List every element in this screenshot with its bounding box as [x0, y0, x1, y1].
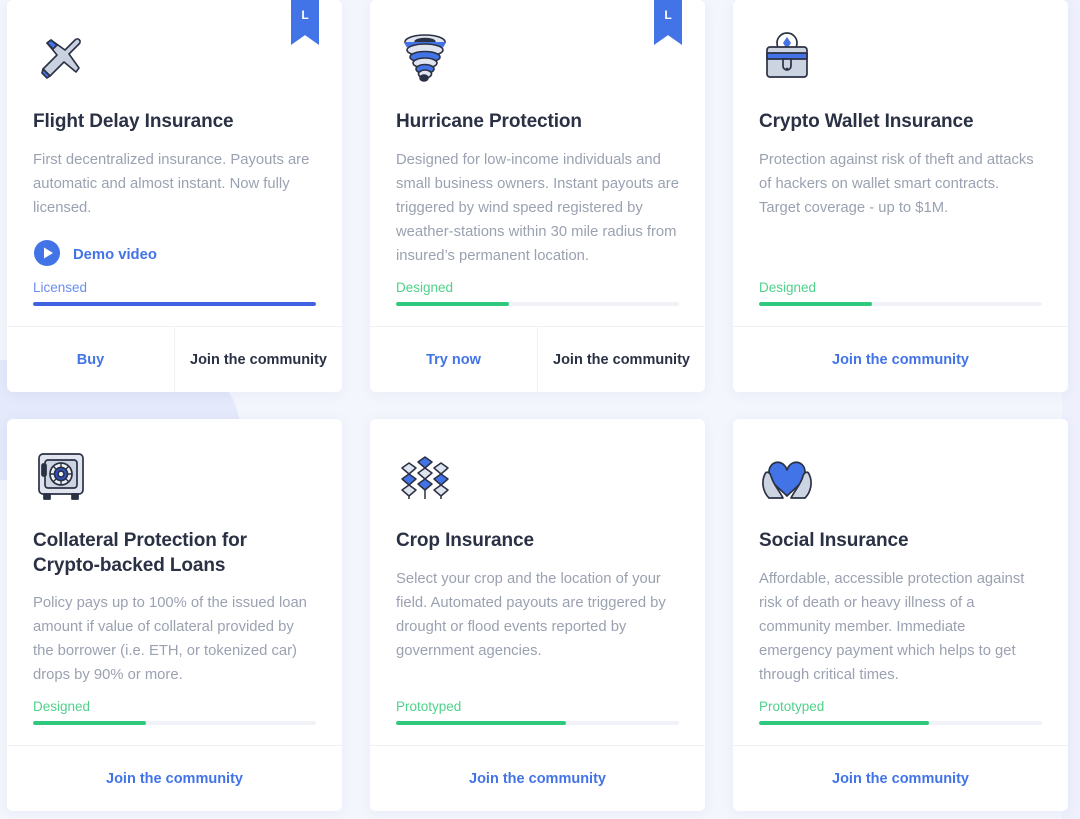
- progress-track: [33, 302, 316, 306]
- card-description: Designed for low-income individuals and …: [396, 151, 679, 264]
- status-label: Designed: [33, 699, 91, 714]
- card-title: Social Insurance: [759, 530, 909, 551]
- status-label: Prototyped: [759, 699, 825, 714]
- status-progress: Licensed: [33, 280, 316, 326]
- product-card-crop-insurance: Crop Insurance Select your crop and the l…: [370, 419, 705, 811]
- card-description: First decentralized insurance. Payouts a…: [33, 151, 310, 216]
- card-footer: Join the community: [7, 745, 342, 811]
- wheat-stalks-icon: [396, 445, 679, 507]
- card-title: Hurricane Protection: [396, 111, 582, 132]
- demo-video-link[interactable]: Demo video: [33, 239, 316, 272]
- demo-video-label: Demo video: [73, 247, 157, 264]
- progress-fill: [759, 302, 873, 306]
- status-progress: Prototyped: [396, 699, 679, 745]
- status-label: Designed: [759, 280, 817, 295]
- progress-fill: [33, 302, 316, 306]
- footer-button-join-the-community[interactable]: Join the community: [537, 327, 705, 392]
- footer-button-buy[interactable]: Buy: [7, 327, 174, 392]
- card-footer: Buy Join the community: [7, 326, 342, 392]
- card-footer: Try now Join the community: [370, 326, 705, 392]
- progress-track: [759, 721, 1042, 725]
- footer-button-join-the-community[interactable]: Join the community: [7, 746, 342, 811]
- card-body: Collateral Protection for Crypto-backed …: [7, 419, 342, 745]
- progress-track: [759, 302, 1042, 306]
- card-footer: Join the community: [733, 326, 1068, 392]
- progress-fill: [396, 721, 566, 725]
- crossed-airplanes-icon: [33, 26, 316, 88]
- card-description: Policy pays up to 100% of the issued loa…: [33, 595, 307, 684]
- card-body: Hurricane Protection Designed for low-inc…: [370, 0, 705, 326]
- card-title: Crop Insurance: [396, 530, 534, 551]
- footer-button-join-the-community[interactable]: Join the community: [370, 746, 705, 811]
- card-description: Select your crop and the location of you…: [396, 570, 666, 659]
- card-description: Affordable, accessible protection agains…: [759, 570, 1025, 683]
- progress-fill: [759, 721, 929, 725]
- status-progress: Designed: [759, 280, 1042, 326]
- footer-button-join-the-community[interactable]: Join the community: [733, 746, 1068, 811]
- card-footer: Join the community: [370, 745, 705, 811]
- progress-fill: [33, 721, 147, 725]
- footer-button-join-the-community[interactable]: Join the community: [174, 327, 342, 392]
- play-circle-icon: [33, 239, 61, 272]
- footer-button-join-the-community[interactable]: Join the community: [733, 327, 1068, 392]
- card-body: Flight Delay Insurance First decentralize…: [7, 0, 342, 326]
- crypto-wallet-icon: [759, 26, 1042, 88]
- card-title: Collateral Protection for Crypto-backed …: [33, 530, 247, 576]
- progress-fill: [396, 302, 510, 306]
- product-card-flight-delay-insurance: L Flight Delay Insurance First decentrali…: [7, 0, 342, 392]
- card-footer: Join the community: [733, 745, 1068, 811]
- product-card-collateral-protection-crypto-backed-loans: Collateral Protection for Crypto-backed …: [7, 419, 342, 811]
- status-label: Prototyped: [396, 699, 462, 714]
- product-card-grid: L Flight Delay Insurance First decentrali…: [0, 0, 1080, 811]
- status-progress: Designed: [396, 280, 679, 326]
- card-title: Flight Delay Insurance: [33, 111, 234, 132]
- product-card-crypto-wallet-insurance: Crypto Wallet Insurance Protection agains…: [733, 0, 1068, 392]
- card-description: Protection against risk of theft and att…: [759, 151, 1034, 216]
- card-title: Crypto Wallet Insurance: [759, 111, 974, 132]
- progress-track: [396, 302, 679, 306]
- status-label: Designed: [396, 280, 454, 295]
- progress-track: [33, 721, 316, 725]
- tornado-icon: [396, 26, 679, 88]
- product-card-hurricane-protection: L Hurricane Protection Designed for low-i…: [370, 0, 705, 392]
- card-body: Crop Insurance Select your crop and the l…: [370, 419, 705, 745]
- status-progress: Designed: [33, 699, 316, 745]
- status-label: Licensed: [33, 280, 88, 295]
- footer-button-try-now[interactable]: Try now: [370, 327, 537, 392]
- card-body: Social Insurance Affordable, accessible p…: [733, 419, 1068, 745]
- status-progress: Prototyped: [759, 699, 1042, 745]
- progress-track: [396, 721, 679, 725]
- product-card-social-insurance: Social Insurance Affordable, accessible p…: [733, 419, 1068, 811]
- safe-vault-icon: [33, 445, 316, 507]
- card-body: Crypto Wallet Insurance Protection agains…: [733, 0, 1068, 326]
- heart-in-hands-icon: [759, 445, 1042, 507]
